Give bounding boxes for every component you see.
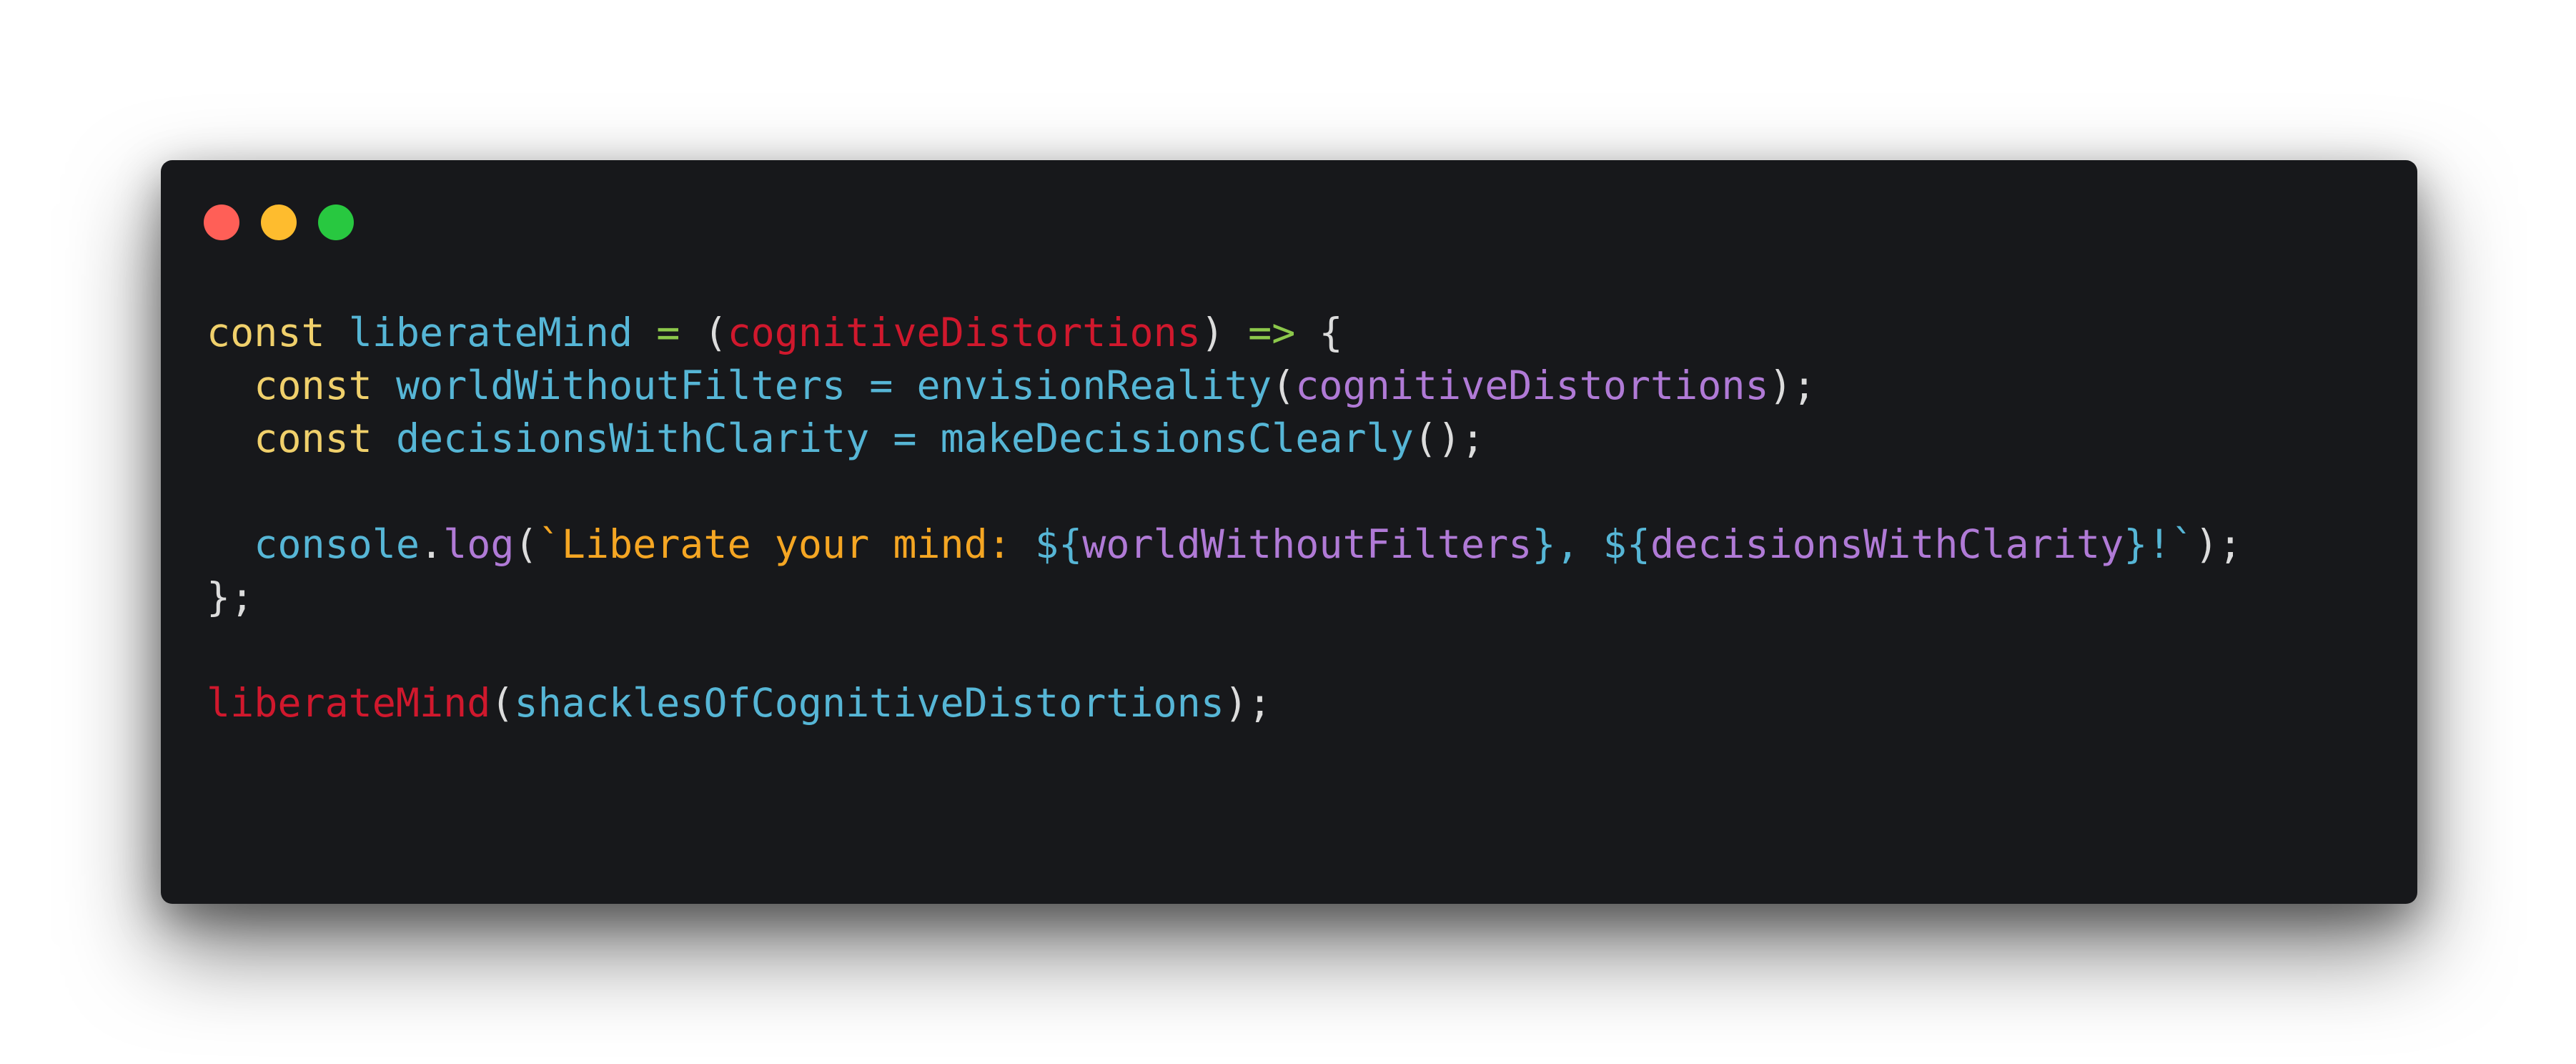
maximize-dot-icon[interactable] (318, 205, 354, 240)
code-token: . (420, 521, 444, 567)
code-token: ( (490, 680, 515, 726)
code-token: cognitiveDistortions (727, 310, 1201, 355)
code-line: const liberateMind = (cognitiveDistortio… (207, 306, 2242, 359)
code-token: worldWithoutFilters (395, 363, 846, 408)
code-line: const worldWithoutFilters = envisionReal… (207, 359, 2242, 412)
code-line: }; (207, 571, 2242, 624)
code-token: console (254, 521, 420, 567)
close-dot-icon[interactable] (204, 205, 239, 240)
code-token: }, (1532, 521, 1603, 567)
code-token: log (443, 521, 515, 567)
code-token: liberateMind (207, 680, 491, 726)
code-token: ( (514, 521, 538, 567)
code-line: liberateMind(shacklesOfCognitiveDistorti… (207, 676, 2242, 729)
code-token: (); (1413, 415, 1485, 461)
code-token: cognitiveDistortions (1295, 363, 1769, 408)
code-token: = (656, 310, 680, 355)
code-token: ( (703, 310, 728, 355)
code-token: ( (1272, 363, 1296, 408)
code-token: ); (2194, 521, 2242, 567)
code-token: const (207, 310, 325, 355)
code-block: const liberateMind = (cognitiveDistortio… (207, 306, 2242, 729)
code-line: const decisionsWithClarity = makeDecisio… (207, 412, 2242, 465)
code-line: console.log(`Liberate your mind: ${world… (207, 518, 2242, 571)
minimize-dot-icon[interactable] (261, 205, 297, 240)
code-token: ${ (1035, 521, 1083, 567)
code-token: }!` (2124, 521, 2195, 567)
code-window: const liberateMind = (cognitiveDistortio… (161, 160, 2417, 904)
code-token: = (869, 363, 893, 408)
code-token: { (1319, 310, 1343, 355)
code-token: shacklesOfCognitiveDistortions (514, 680, 1224, 726)
code-token: `Liberate your mind: (538, 521, 1035, 567)
code-token: ); (1224, 680, 1272, 726)
code-token: = (893, 415, 917, 461)
code-token: makeDecisionsClearly (940, 415, 1414, 461)
window-controls (204, 205, 354, 240)
code-token: ${ (1602, 521, 1650, 567)
code-token: }; (207, 574, 254, 620)
code-token: decisionsWithClarity (395, 415, 870, 461)
code-token: liberateMind (348, 310, 633, 355)
code-token: envisionReality (916, 363, 1272, 408)
code-token: const (254, 415, 372, 461)
code-token: const (254, 363, 372, 408)
code-token: ); (1768, 363, 1816, 408)
code-token: worldWithoutFilters (1082, 521, 1532, 567)
code-token: decisionsWithClarity (1650, 521, 2124, 567)
code-token: => (1248, 310, 1296, 355)
code-token: ) (1200, 310, 1224, 355)
